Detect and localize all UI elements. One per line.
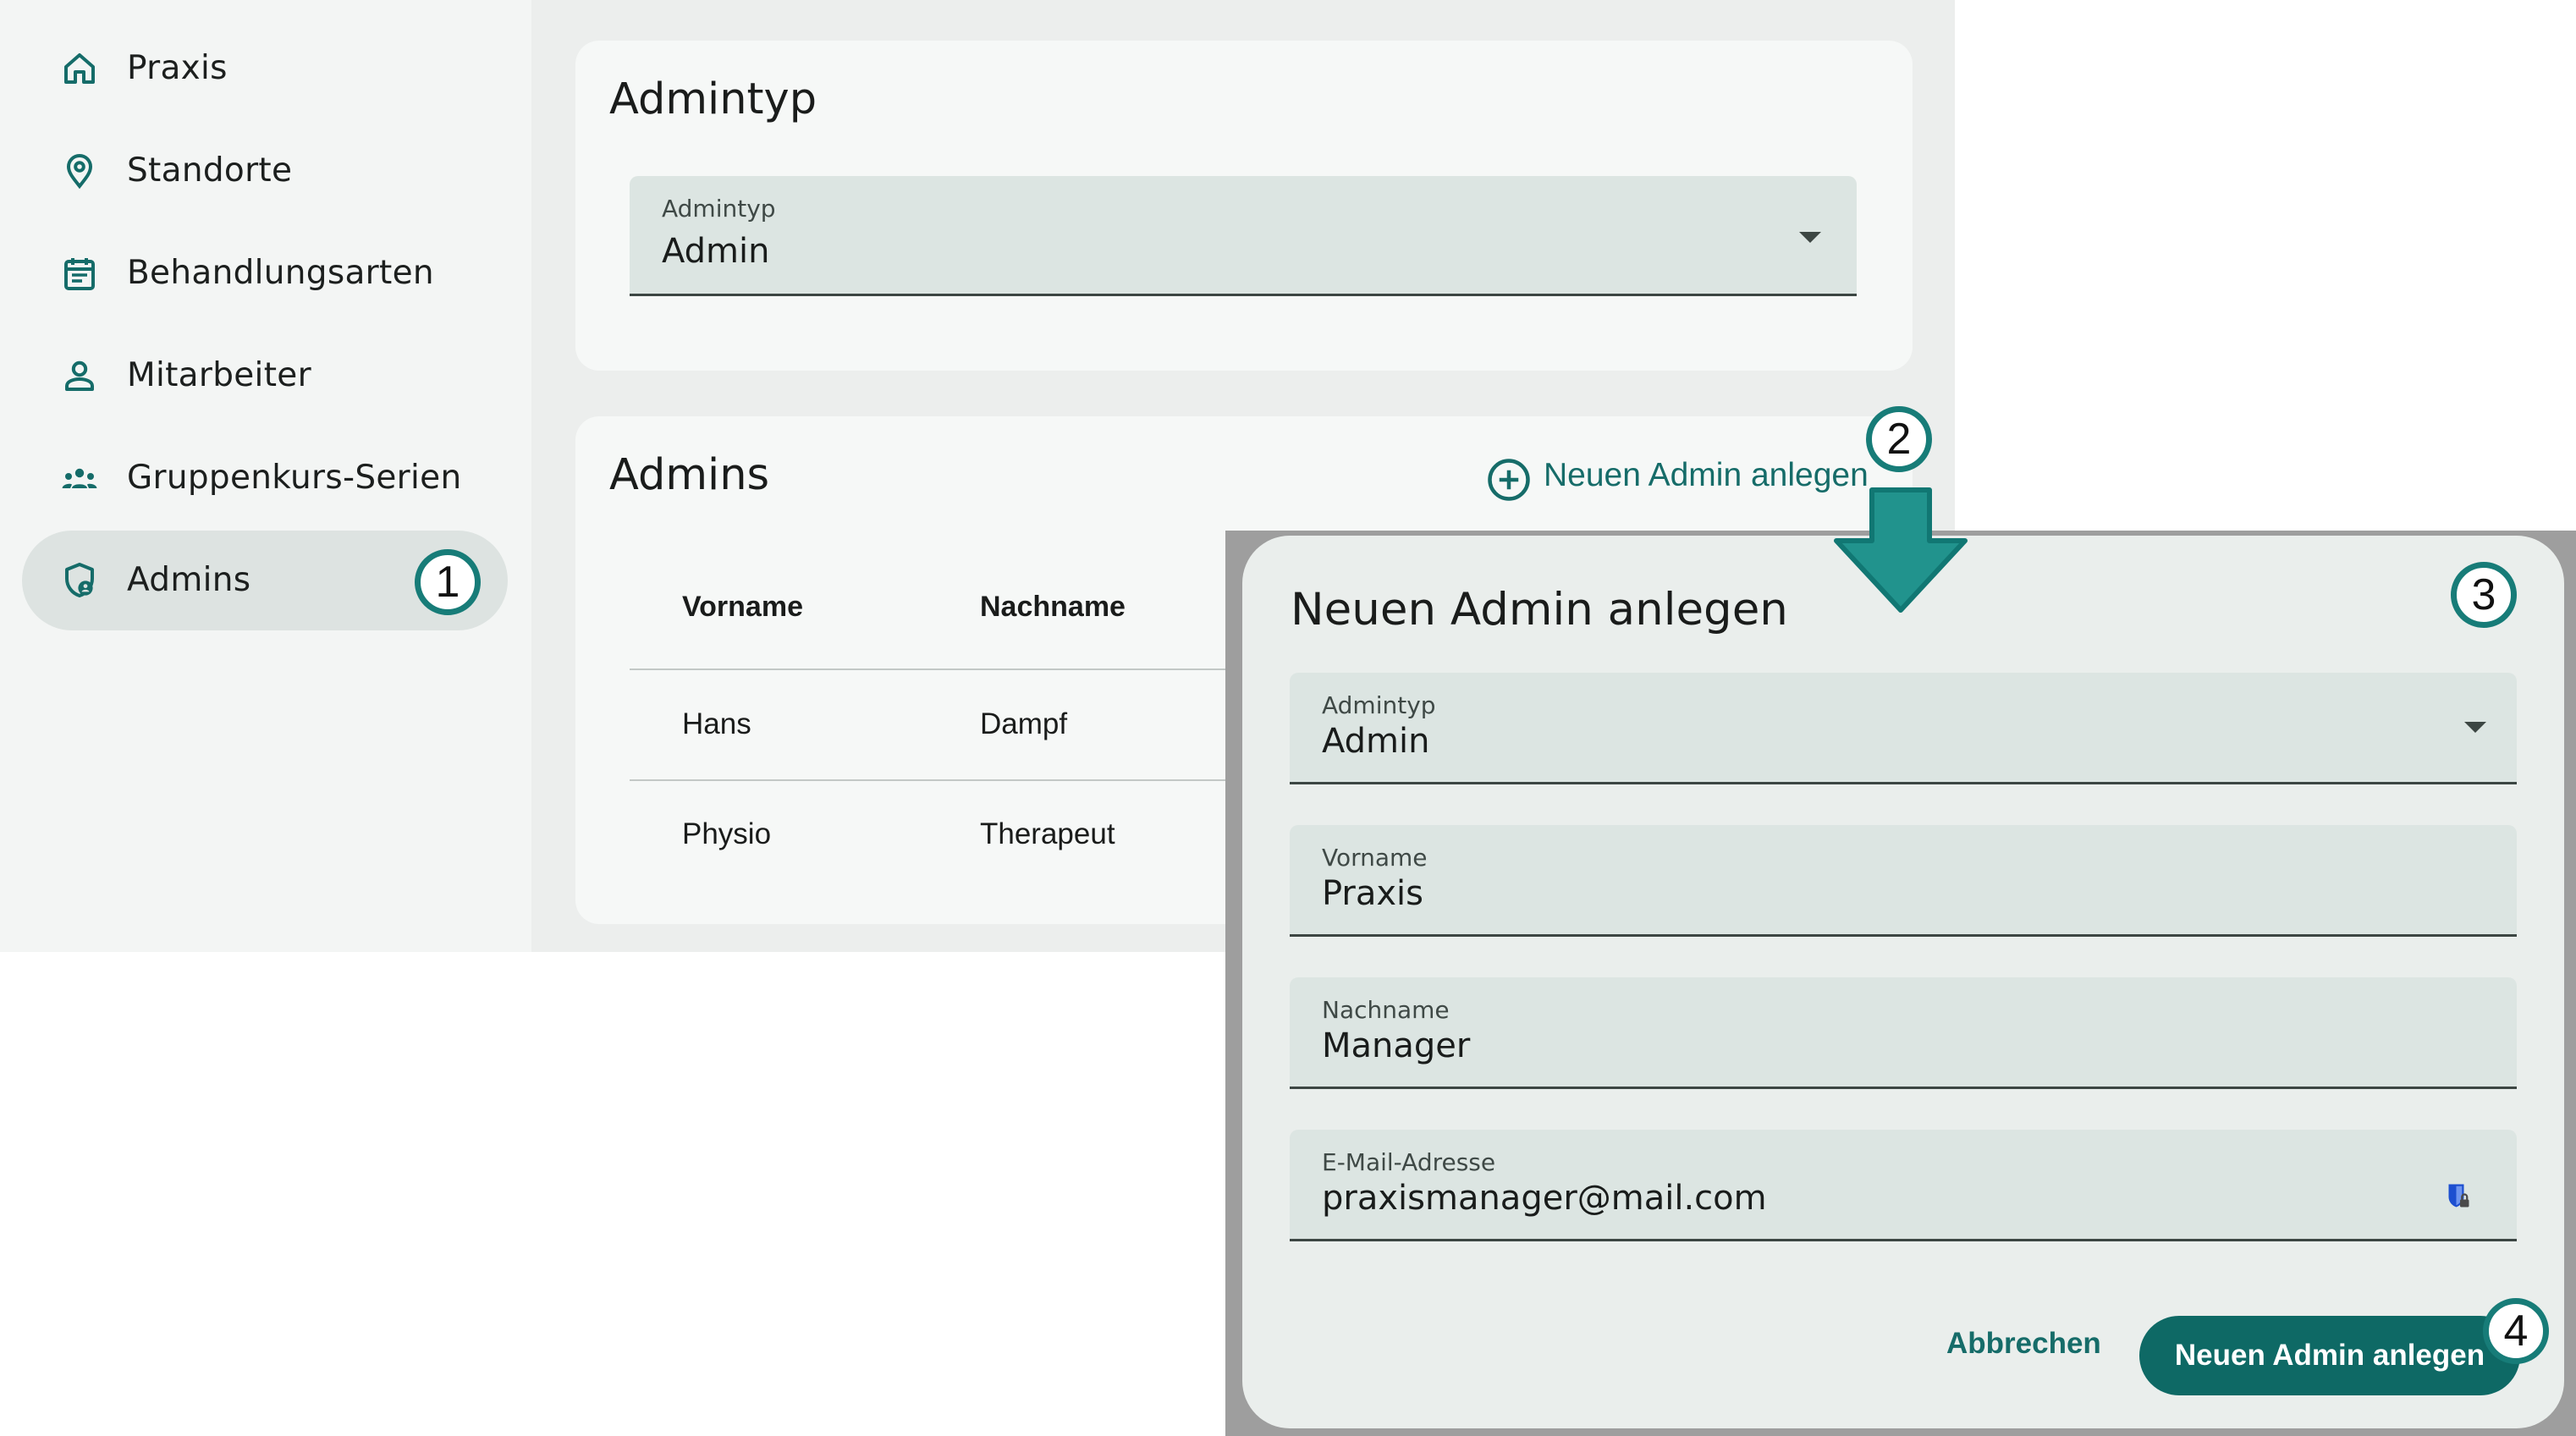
location-pin-icon xyxy=(66,154,93,190)
dialog-admintyp-select[interactable]: Admintyp Admin xyxy=(1290,673,2517,784)
chevron-down-icon xyxy=(2464,722,2486,733)
dialog-field-label: Admintyp xyxy=(1322,691,1436,719)
sidebar-item-label: Behandlungsarten xyxy=(127,254,434,292)
table-divider xyxy=(630,668,1239,670)
add-admin-button[interactable]: Neuen Admin anlegen xyxy=(1486,452,1884,508)
password-manager-icon[interactable] xyxy=(2442,1179,2473,1213)
table-cell: Physio xyxy=(682,817,772,850)
table-cell: Dampf xyxy=(980,707,1068,740)
add-admin-label: Neuen Admin anlegen xyxy=(1544,457,1869,493)
admins-card-title: Admins xyxy=(609,450,770,500)
table-cell: Hans xyxy=(682,707,751,740)
step-badge-4: 4 xyxy=(2483,1298,2549,1364)
dialog-email-field[interactable]: E-Mail-Adresse praxismanager@mail.com xyxy=(1290,1130,2517,1241)
sidebar-item-praxis[interactable]: Praxis xyxy=(22,19,508,118)
column-header-vorname[interactable]: Vorname xyxy=(682,591,803,624)
create-admin-button[interactable]: Neuen Admin anlegen xyxy=(2139,1316,2520,1395)
step-badge-2: 2 xyxy=(1866,406,1932,472)
home-icon xyxy=(64,53,95,84)
dialog-field-value: Manager xyxy=(1322,1026,1471,1065)
dialog-field-label: Vorname xyxy=(1322,844,1428,872)
chevron-down-icon xyxy=(1799,232,1821,243)
sidebar-item-behandlungsarten[interactable]: Behandlungsarten xyxy=(22,223,508,323)
table-divider xyxy=(630,779,1239,781)
dialog-vorname-field[interactable]: Vorname Praxis xyxy=(1290,825,2517,937)
create-admin-button-label: Neuen Admin anlegen xyxy=(2174,1339,2485,1372)
sidebar-item-label: Standorte xyxy=(127,151,293,190)
table-cell: Therapeut xyxy=(980,817,1115,850)
down-arrow-icon xyxy=(1834,487,1968,613)
dialog-field-value: Admin xyxy=(1322,722,1430,761)
admin-shield-icon xyxy=(65,563,94,597)
dialog-title: Neuen Admin anlegen xyxy=(1291,584,1788,635)
group-icon xyxy=(62,468,97,488)
sidebar-item-gruppenkurs-serien[interactable]: Gruppenkurs-Serien xyxy=(22,428,508,528)
sidebar-item-standorte[interactable]: Standorte xyxy=(22,121,508,221)
admintyp-select-value: Admin xyxy=(662,232,770,271)
admintyp-select[interactable]: Admintyp Admin xyxy=(630,176,1857,296)
dialog-field-label: E-Mail-Adresse xyxy=(1322,1148,1496,1176)
dialog-field-value: praxismanager@mail.com xyxy=(1322,1179,1767,1218)
sidebar-item-label: Mitarbeiter xyxy=(127,356,311,394)
column-header-nachname[interactable]: Nachname xyxy=(980,591,1126,624)
cancel-button[interactable]: Abbrechen xyxy=(1946,1327,2101,1361)
admintyp-select-label: Admintyp xyxy=(662,195,776,223)
sidebar-item-label: Praxis xyxy=(127,49,228,87)
admintyp-card-title: Admintyp xyxy=(609,74,817,124)
dialog-nachname-field[interactable]: Nachname Manager xyxy=(1290,977,2517,1089)
person-icon xyxy=(65,360,94,391)
step-badge-3: 3 xyxy=(2451,562,2517,628)
sidebar: Praxis Standorte Behandlungsarten Mitarb… xyxy=(0,0,531,952)
sidebar-item-label: Admins xyxy=(127,561,251,599)
sidebar-item-label: Gruppenkurs-Serien xyxy=(127,459,462,497)
dialog-field-value: Praxis xyxy=(1322,874,1423,913)
sidebar-item-mitarbeiter[interactable]: Mitarbeiter xyxy=(22,326,508,426)
add-circle-icon xyxy=(1488,459,1530,501)
step-badge-1: 1 xyxy=(415,549,481,615)
calendar-icon xyxy=(64,258,95,290)
dialog-field-label: Nachname xyxy=(1322,996,1450,1024)
